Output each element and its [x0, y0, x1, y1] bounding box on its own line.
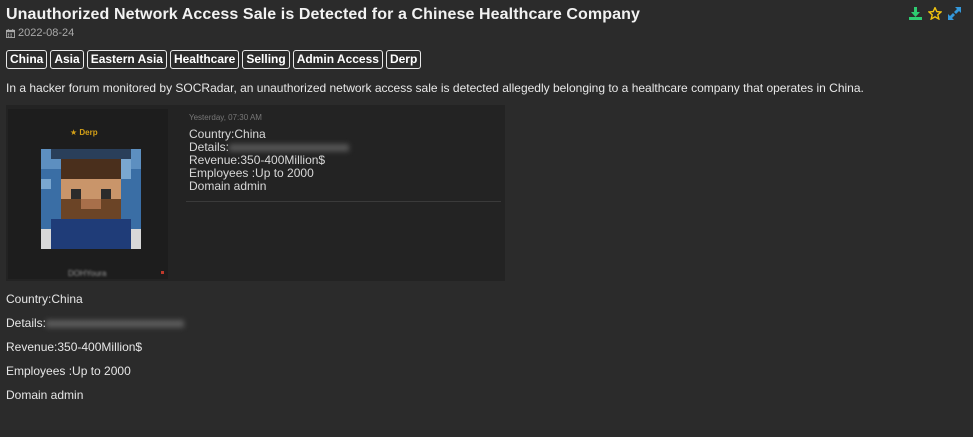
action-bar: [909, 7, 961, 20]
description: In a hacker forum monitored by SOCRadar,…: [6, 81, 864, 95]
redacted-text: xxxxxxxxxxxxxxxxxxxx: [229, 140, 350, 154]
avatar: [41, 149, 141, 249]
star-icon[interactable]: [928, 7, 942, 20]
detail-details: Details:xxxxxxxxxxxxxxxxxxxxxxx: [6, 316, 185, 330]
tag[interactable]: Asia: [50, 50, 84, 69]
forum-screenshot: ★ Derp DOHYoura Yesterday, 07:30 AM Coun…: [6, 105, 505, 281]
tag[interactable]: China: [6, 50, 48, 69]
tag-list: China Asia Eastern Asia Healthcare Selli…: [6, 50, 422, 69]
download-icon[interactable]: [909, 7, 922, 20]
tag[interactable]: Eastern Asia: [86, 50, 167, 69]
user-rank: ★ Derp: [70, 128, 98, 137]
expand-icon[interactable]: [948, 7, 961, 20]
detail-employees: Employees :Up to 2000: [6, 364, 131, 378]
detail-country: Country:China: [6, 292, 83, 306]
user-profile-panel: ★ Derp DOHYoura: [8, 109, 168, 279]
post-body: Country:China Details:xxxxxxxxxxxxxxxxxx…: [189, 128, 349, 193]
post-date: 2022-08-24: [18, 27, 75, 39]
detail-domain: Domain admin: [6, 388, 84, 402]
redacted-text: xxxxxxxxxxxxxxxxxxxxxxx: [46, 316, 185, 330]
divider: [186, 201, 501, 202]
detail-revenue: Revenue:350-400Million$: [6, 340, 143, 354]
page-title: Unauthorized Network Access Sale is Dete…: [6, 6, 640, 23]
calendar-icon: [6, 28, 15, 38]
post-timestamp: Yesterday, 07:30 AM: [189, 113, 262, 122]
tag[interactable]: Healthcare: [169, 50, 240, 69]
username: DOHYoura: [68, 269, 107, 278]
post-line-domain: Domain admin: [189, 179, 267, 193]
status-dot: [161, 271, 164, 274]
tag[interactable]: Admin Access: [292, 50, 383, 69]
details-block: Country:China Details:xxxxxxxxxxxxxxxxxx…: [6, 293, 184, 413]
date-row: 2022-08-24: [6, 27, 74, 39]
tag[interactable]: Derp: [385, 50, 422, 69]
tag[interactable]: Selling: [242, 50, 290, 69]
